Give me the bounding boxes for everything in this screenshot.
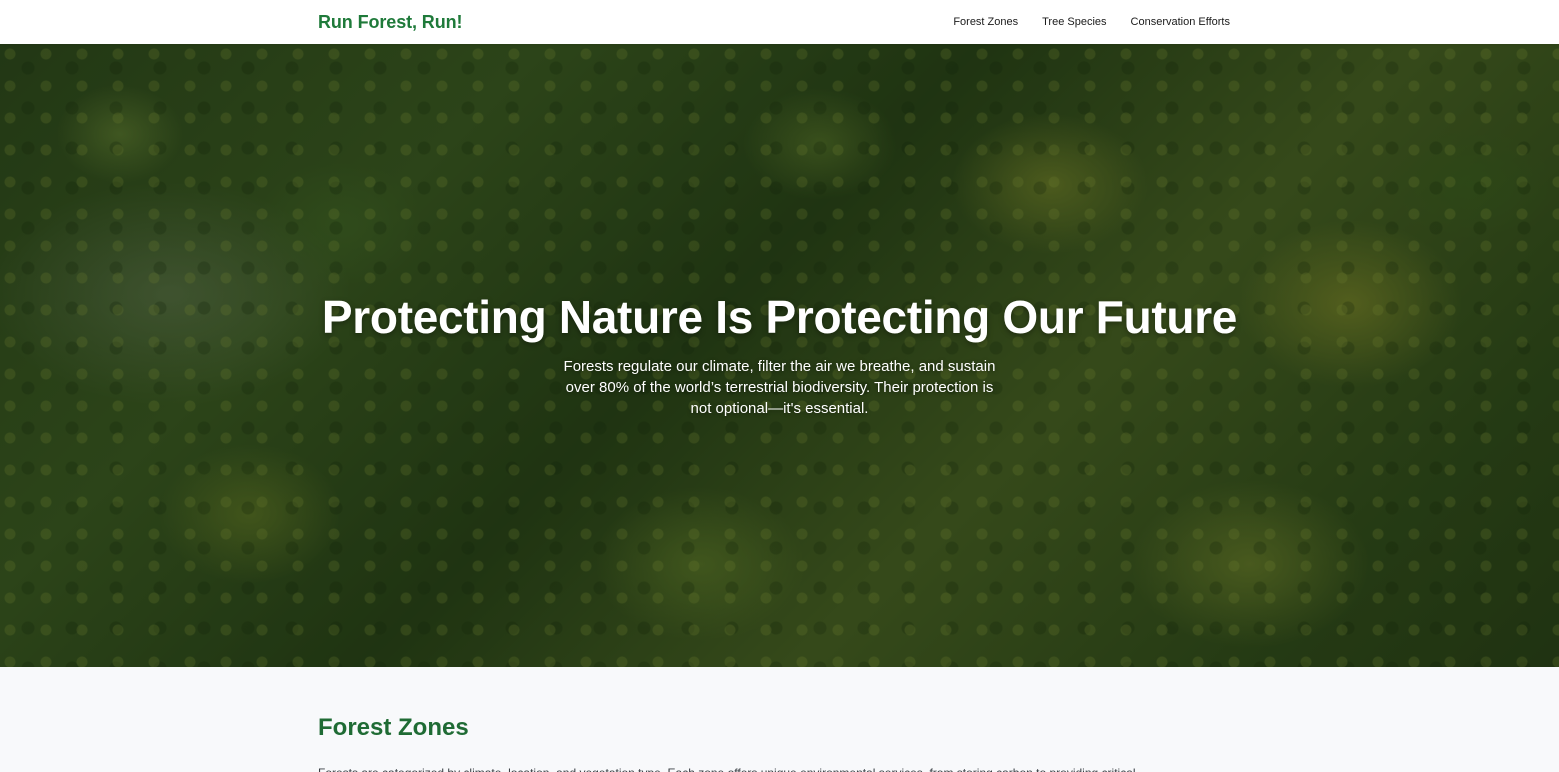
site-header: Run Forest, Run! Forest Zones Tree Speci… bbox=[0, 0, 1559, 44]
hero-content: Protecting Nature Is Protecting Our Futu… bbox=[0, 290, 1559, 419]
forest-zones-section: Forest Zones Forests are categorized by … bbox=[0, 667, 1559, 772]
brand-logo-link[interactable]: Run Forest, Run! bbox=[318, 12, 462, 33]
main-nav: Forest Zones Tree Species Conservation E… bbox=[953, 16, 1230, 28]
header-inner: Run Forest, Run! Forest Zones Tree Speci… bbox=[318, 0, 1230, 44]
hero-subtitle: Forests regulate our climate, filter the… bbox=[563, 358, 996, 417]
nav-link-conservation-efforts[interactable]: Conservation Efforts bbox=[1131, 16, 1230, 28]
forest-zones-title: Forest Zones bbox=[318, 714, 469, 741]
forest-zones-inner: Forest Zones Forests are categorized by … bbox=[318, 714, 1230, 772]
hero-section: Protecting Nature Is Protecting Our Futu… bbox=[0, 44, 1559, 667]
forest-zones-text: Forests are categorized by climate, loca… bbox=[318, 764, 1230, 772]
nav-link-forest-zones[interactable]: Forest Zones bbox=[953, 16, 1018, 28]
nav-link-tree-species[interactable]: Tree Species bbox=[1042, 16, 1106, 28]
hero-title: Protecting Nature Is Protecting Our Futu… bbox=[321, 291, 1238, 343]
